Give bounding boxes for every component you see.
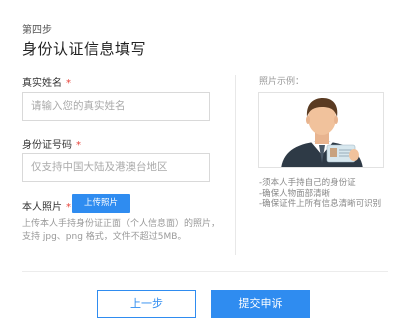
footer-divider — [22, 271, 388, 272]
sample-label: 照片示例： — [259, 77, 305, 87]
upload-hint-line: 上传本人手持身份证正面（个人信息面）的照片， — [22, 219, 221, 229]
name-field-label: 真实姓名 * — [22, 74, 71, 89]
required-mark: * — [66, 78, 71, 89]
sample-notes: -须本人手持自己的身份证 -确保人物面部清晰 -确保证件上所有信息清晰可识别 — [259, 178, 381, 210]
upload-hint: 上传本人手持身份证正面（个人信息面）的照片， 支持 jpg、png 格式，文件不… — [22, 218, 222, 244]
required-mark: * — [76, 140, 81, 151]
column-divider — [235, 75, 236, 255]
required-mark: * — [66, 202, 71, 213]
name-input-placeholder: 请输入您的真实姓名 — [31, 100, 126, 112]
upload-hint-line: 支持 jpg、png 格式，文件不超过5MB。 — [22, 232, 187, 242]
submit-appeal-button[interactable]: 提交申诉 — [211, 290, 310, 318]
id-input-placeholder: 仅支持中国大陆及港澳台地区 — [31, 161, 168, 173]
name-input[interactable]: 请输入您的真实姓名 — [22, 92, 210, 121]
name-label-text: 真实姓名 — [22, 78, 62, 89]
sample-note: -须本人手持自己的身份证 — [259, 178, 356, 188]
id-label-text: 身份证号码 — [22, 140, 72, 151]
photo-field-label: 本人照片 * — [22, 198, 71, 213]
sample-note: -确保人物面部清晰 — [259, 188, 331, 199]
page-title: 身份认证信息填写 — [22, 40, 147, 58]
step-indicator: 第四步 — [22, 25, 52, 36]
id-number-input[interactable]: 仅支持中国大陆及港澳台地区 — [22, 153, 210, 182]
id-field-label: 身份证号码 * — [22, 136, 81, 151]
previous-step-button[interactable]: 上一步 — [97, 290, 196, 318]
sample-note: -确保证件上所有信息清晰可识别 — [259, 199, 382, 209]
upload-photo-button[interactable]: 上传照片 — [72, 194, 130, 213]
person-holding-id-illustration — [259, 93, 383, 167]
photo-label-text: 本人照片 — [22, 202, 62, 213]
sample-photo — [258, 92, 384, 168]
